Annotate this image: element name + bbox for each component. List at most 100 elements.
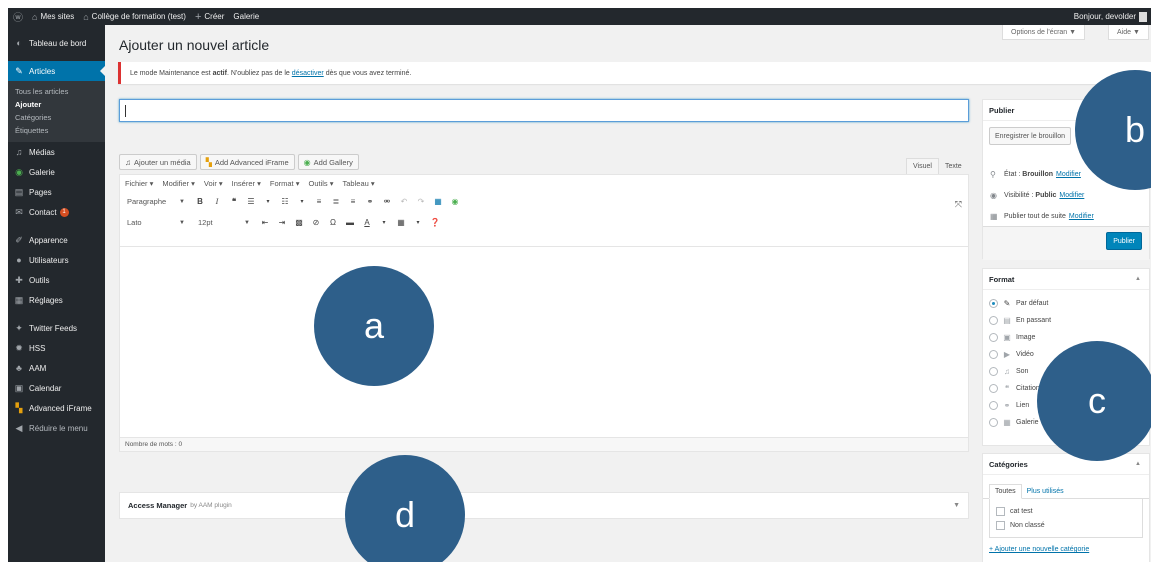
sidebar-item-aam[interactable]: ♣ AAM — [8, 358, 105, 378]
calendar-icon[interactable]: ▦ — [433, 197, 443, 206]
post-title-input[interactable] — [120, 100, 968, 121]
radio[interactable] — [989, 299, 998, 308]
align-center-icon[interactable]: ≣ — [331, 197, 341, 206]
account-link[interactable]: Bonjour, devolder — [1074, 11, 1147, 22]
redo-icon[interactable]: ↷ — [416, 197, 426, 206]
sidebar-item-galerie[interactable]: ◉ Galerie — [8, 162, 105, 182]
paste-text-icon[interactable]: ▩ — [294, 218, 304, 227]
add-category-link[interactable]: + Ajouter une nouvelle catégorie — [983, 538, 1149, 553]
submenu-categories[interactable]: Catégories — [8, 111, 105, 124]
blockquote-icon[interactable]: ❝ — [229, 197, 239, 206]
bold-icon[interactable]: B — [195, 197, 205, 206]
sidebar-item-reglages[interactable]: ▦ Réglages — [8, 290, 105, 310]
sidebar-collapse[interactable]: ◀ Réduire le menu — [8, 418, 105, 438]
sidebar-item-medias[interactable]: ♫ Médias — [8, 142, 105, 162]
category-item[interactable]: cat test — [996, 504, 1136, 518]
save-draft-button[interactable]: Enregistrer le brouillon — [989, 127, 1072, 145]
radio[interactable] — [989, 367, 998, 376]
site-name-link[interactable]: ⌂ Collège de formation (test) — [83, 12, 186, 22]
menu-insert[interactable]: Insérer ▾ — [232, 179, 261, 188]
format-option-standard[interactable]: ✎ Par défaut — [983, 295, 1149, 312]
radio[interactable] — [989, 350, 998, 359]
hr-icon[interactable]: ▬ — [345, 218, 355, 227]
editor-content-area[interactable] — [120, 246, 968, 439]
clear-format-icon[interactable]: ⊘ — [311, 218, 321, 227]
sidebar-item-contact[interactable]: ✉ Contact 1 — [8, 202, 105, 222]
unlink-icon[interactable]: ⚮ — [382, 197, 392, 206]
sidebar-item-twitter[interactable]: ✦ Twitter Feeds — [8, 318, 105, 338]
align-right-icon[interactable]: ≡ — [348, 197, 358, 206]
gallery-icon[interactable]: ◉ — [450, 197, 460, 206]
post-title-field[interactable] — [119, 99, 969, 122]
sidebar-item-articles[interactable]: ✎ Articles — [8, 61, 105, 81]
screen-options-button[interactable]: Options de l'écran ▼ — [1002, 25, 1086, 40]
table-icon[interactable]: ▦ — [396, 218, 406, 227]
paragraph-select[interactable]: Paragraphe ▼ — [124, 195, 188, 209]
submenu-add-new[interactable]: Ajouter — [8, 98, 105, 111]
format-option-aside[interactable]: ▤ En passant — [983, 312, 1149, 329]
publish-button[interactable]: Publier — [1106, 232, 1142, 250]
outdent-icon[interactable]: ⇤ — [260, 218, 270, 227]
menu-file[interactable]: Fichier ▾ — [125, 179, 153, 188]
menu-format[interactable]: Format ▾ — [270, 179, 300, 188]
add-media-button[interactable]: ♫ Ajouter un média — [119, 154, 197, 170]
radio[interactable] — [989, 418, 998, 427]
tab-popular-categories[interactable]: Plus utilisés — [1022, 485, 1069, 498]
font-size-select[interactable]: 12pt ▼ — [195, 216, 253, 230]
tab-visual[interactable]: Visuel — [906, 158, 939, 174]
text-color-icon[interactable]: A — [362, 218, 372, 227]
link-icon[interactable]: ⚭ — [365, 197, 375, 206]
dropdown-arrow-icon[interactable]: ▾ — [297, 198, 307, 205]
radio[interactable] — [989, 316, 998, 325]
dropdown-arrow-icon[interactable]: ▾ — [413, 219, 423, 226]
sidebar-item-apparence[interactable]: ✐ Apparence — [8, 230, 105, 250]
submenu-all-posts[interactable]: Tous les articles — [8, 85, 105, 98]
dropdown-arrow-icon[interactable]: ▾ — [263, 198, 273, 205]
modify-status-link[interactable]: Modifier — [1056, 171, 1081, 178]
radio[interactable] — [989, 401, 998, 410]
category-item[interactable]: Non classé — [996, 518, 1136, 532]
bullet-list-icon[interactable]: ☰ — [246, 197, 256, 206]
indent-icon[interactable]: ⇥ — [277, 218, 287, 227]
format-option-image[interactable]: ▣ Image — [983, 329, 1149, 346]
add-iframe-button[interactable]: ▚ Add Advanced iFrame — [199, 154, 295, 170]
menu-edit[interactable]: Modifier ▾ — [162, 179, 195, 188]
align-left-icon[interactable]: ≡ — [314, 197, 324, 206]
sidebar-item-calendar[interactable]: ▣ Calendar — [8, 378, 105, 398]
menu-tools[interactable]: Outils ▾ — [308, 179, 333, 188]
special-char-icon[interactable]: Ω — [328, 218, 338, 227]
radio[interactable] — [989, 384, 998, 393]
font-family-select[interactable]: Lato ▼ — [124, 216, 188, 230]
gallery-link[interactable]: Galerie — [233, 12, 259, 21]
menu-table[interactable]: Tableau ▾ — [343, 179, 375, 188]
sidebar-item-dashboard[interactable]: ◐ Tableau de bord — [8, 33, 105, 53]
deactivate-link[interactable]: désactiver — [292, 70, 324, 77]
add-gallery-button[interactable]: ◉ Add Gallery — [297, 154, 359, 170]
modify-visibility-link[interactable]: Modifier — [1059, 192, 1084, 199]
sidebar-item-outils[interactable]: ✚ Outils — [8, 270, 105, 290]
my-sites-link[interactable]: ⌂ Mes sites — [32, 12, 74, 22]
create-link[interactable]: + Créer — [195, 11, 224, 23]
sidebar-item-iframe[interactable]: ▚ Advanced iFrame — [8, 398, 105, 418]
collapse-arrow-icon[interactable]: ▲ — [1135, 276, 1141, 282]
help-button[interactable]: Aide ▼ — [1108, 25, 1149, 40]
sidebar-item-utilisateurs[interactable]: ● Utilisateurs — [8, 250, 105, 270]
numbered-list-icon[interactable]: ☷ — [280, 197, 290, 206]
undo-icon[interactable]: ↶ — [399, 197, 409, 206]
sidebar-item-pages[interactable]: ▤ Pages — [8, 182, 105, 202]
checkbox[interactable] — [996, 520, 1005, 530]
dropdown-arrow-icon[interactable]: ▾ — [379, 219, 389, 226]
wordpress-logo-icon[interactable]: ⓦ — [13, 9, 23, 24]
modify-schedule-link[interactable]: Modifier — [1069, 213, 1094, 220]
fullscreen-icon[interactable]: ⤧ — [955, 199, 962, 210]
checkbox[interactable] — [996, 506, 1005, 516]
toggle-arrow-icon[interactable]: ▼ — [953, 502, 960, 509]
submenu-tags[interactable]: Étiquettes — [8, 124, 105, 137]
menu-view[interactable]: Voir ▾ — [204, 179, 223, 188]
italic-icon[interactable]: I — [212, 197, 222, 206]
radio[interactable] — [989, 333, 998, 342]
tab-text[interactable]: Texte — [939, 158, 968, 174]
collapse-arrow-icon[interactable]: ▲ — [1135, 461, 1141, 467]
help-icon[interactable]: ❓ — [430, 218, 440, 227]
sidebar-item-hss[interactable]: ✹ HSS — [8, 338, 105, 358]
